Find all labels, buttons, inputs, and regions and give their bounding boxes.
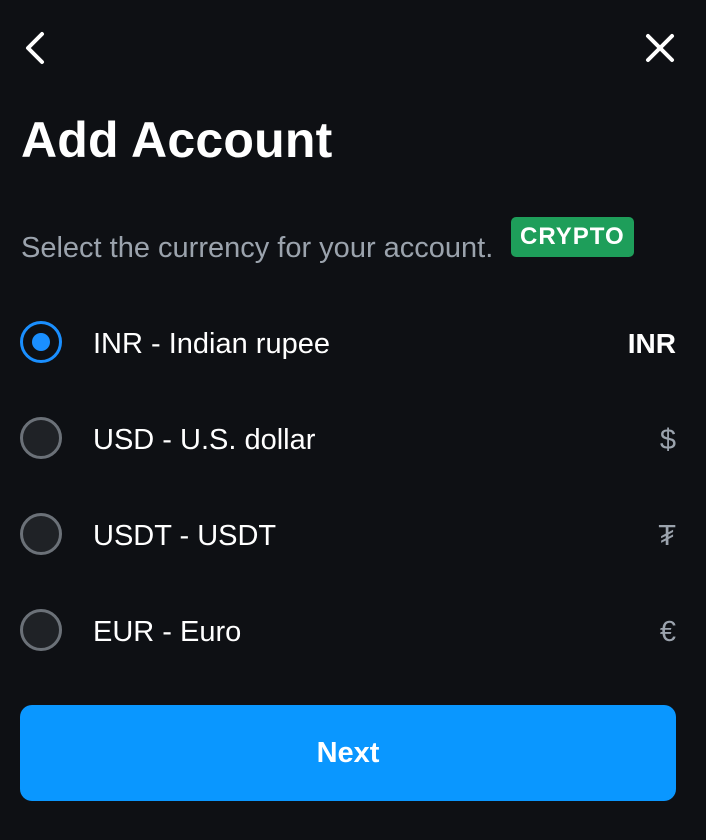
currency-label: EUR - Euro	[93, 616, 242, 648]
page-subtitle: Select the currency for your account.	[21, 232, 494, 264]
currency-label: INR - Indian rupee	[93, 328, 330, 360]
radio-selected[interactable]	[20, 321, 62, 363]
currency-symbol: INR	[627, 328, 676, 359]
back-button[interactable]	[14, 26, 58, 70]
radio-unselected[interactable]	[20, 417, 62, 459]
currency-symbol: €	[659, 616, 676, 648]
currency-options-list: INR - Indian rupee INR USD - U.S. dollar…	[0, 296, 706, 680]
close-button[interactable]	[638, 26, 682, 70]
chevron-left-icon	[26, 32, 44, 64]
currency-symbol: ₮	[658, 520, 676, 552]
crypto-badge: CRYPTO	[511, 217, 634, 257]
currency-option-usd[interactable]: USD - U.S. dollar $	[0, 392, 706, 488]
currency-label: USD - U.S. dollar	[93, 424, 316, 456]
page-title: Add Account	[21, 112, 333, 168]
top-bar	[0, 0, 706, 100]
currency-label: USDT - USDT	[93, 520, 277, 552]
radio-unselected[interactable]	[20, 609, 62, 651]
radio-dot	[32, 333, 50, 351]
next-button[interactable]: Next	[20, 705, 676, 801]
currency-symbol: $	[659, 424, 676, 456]
radio-unselected[interactable]	[20, 513, 62, 555]
currency-option-usdt[interactable]: USDT - USDT ₮	[0, 488, 706, 584]
close-icon	[646, 34, 674, 62]
currency-option-eur[interactable]: EUR - Euro €	[0, 584, 706, 680]
currency-option-inr[interactable]: INR - Indian rupee INR	[0, 296, 706, 392]
